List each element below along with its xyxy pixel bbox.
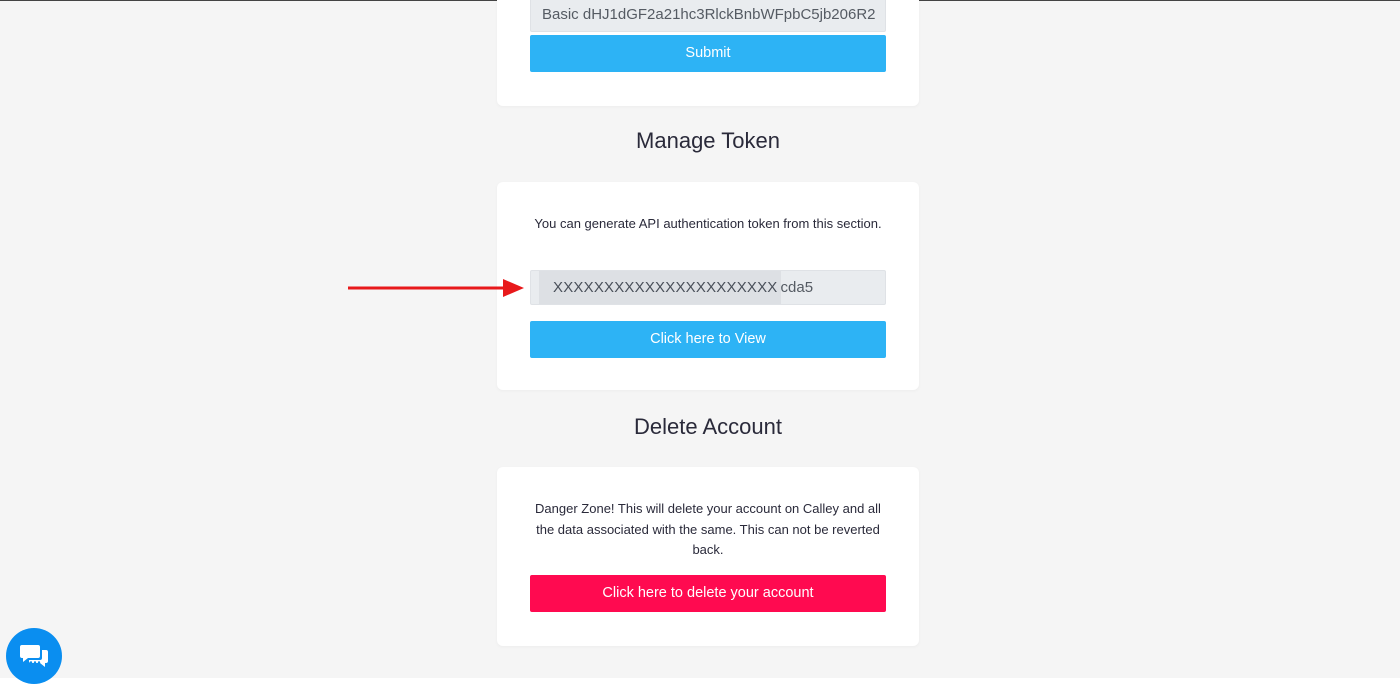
submit-button[interactable]: Submit — [530, 35, 886, 72]
manage-token-card: You can generate API authentication toke… — [497, 182, 919, 390]
auth-header-value: Basic dHJ1dGF2a21hc3RlckBnbWFpbC5jb206R2 — [542, 6, 876, 23]
manage-token-title: Manage Token — [636, 128, 780, 153]
delete-account-button[interactable]: Click here to delete your account — [530, 575, 886, 612]
manage-token-description: You can generate API authentication toke… — [534, 216, 882, 231]
api-token-masked: XXXXXXXXXXXXXXXXXXXXXX — [539, 271, 781, 304]
page-footer-strip — [0, 678, 1400, 692]
annotation-arrow-icon — [348, 279, 524, 297]
view-token-button[interactable]: Click here to View — [530, 321, 886, 358]
chat-icon — [20, 645, 48, 667]
auth-card: Basic dHJ1dGF2a21hc3RlckBnbWFpbC5jb206R2… — [497, 0, 919, 106]
api-token-suffix: cda5 — [780, 279, 814, 296]
delete-account-title: Delete Account — [634, 414, 782, 439]
delete-account-card: Danger Zone! This will delete your accou… — [497, 467, 919, 646]
api-token-field[interactable]: XXXXXXXXXXXXXXXXXXXXXX cda5 — [530, 270, 886, 305]
delete-account-warning: Danger Zone! This will delete your accou… — [535, 501, 881, 557]
chat-widget-button[interactable] — [6, 628, 62, 684]
auth-header-field[interactable]: Basic dHJ1dGF2a21hc3RlckBnbWFpbC5jb206R2 — [530, 0, 886, 32]
